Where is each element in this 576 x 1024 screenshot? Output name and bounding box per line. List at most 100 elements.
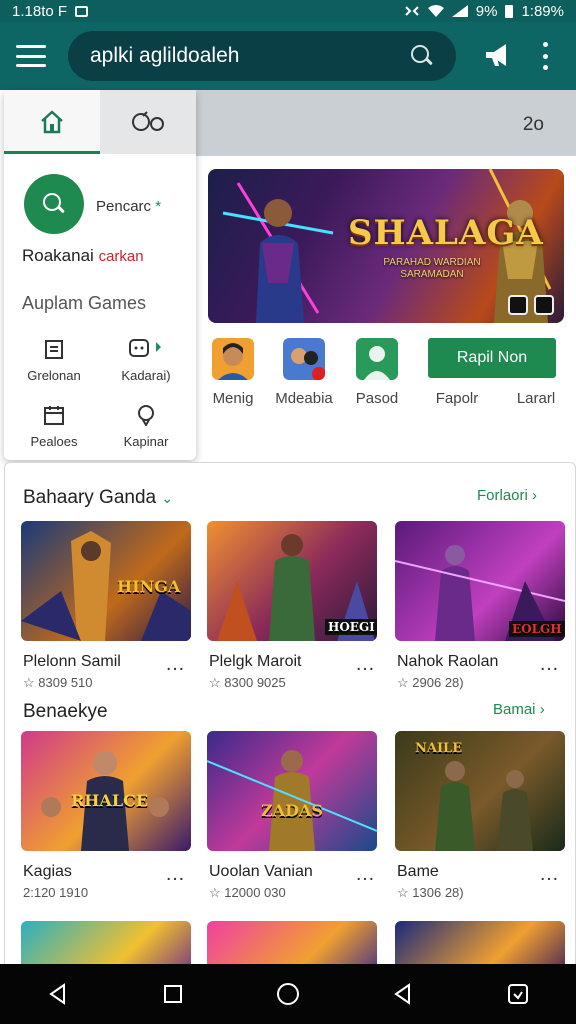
game-title-3[interactable]: Nahok Raolan [397, 653, 498, 671]
chevron-down-icon: ⌄ [161, 490, 174, 506]
quick-app-label-1: Menig [212, 390, 254, 407]
nav-back-button-2[interactable] [383, 974, 423, 1014]
calendar-icon [44, 406, 64, 425]
banner-next-icon[interactable] [534, 295, 554, 315]
quick-app-label-5: Lararl [516, 390, 556, 407]
game-meta-2-text: 8300 9025 [224, 675, 286, 690]
panel-grid-item-1[interactable]: Grelonan [14, 336, 94, 383]
panel-grid-label-4: Kapinar [123, 434, 169, 449]
chat-icon [129, 339, 161, 357]
game-thumb-6[interactable]: NAILE [395, 731, 565, 851]
megaphone-icon[interactable] [484, 42, 512, 68]
banner-prev-icon[interactable] [508, 295, 528, 315]
status-left: 1.18to F [12, 2, 89, 20]
status-time: 1.18to F [12, 2, 68, 20]
chevron-right-icon: › [539, 701, 545, 718]
star-icon: ☆ [209, 675, 221, 690]
game-title-2[interactable]: Plelgk Maroit [209, 653, 301, 671]
game-meta-1: ☆ 8309 510 [23, 675, 93, 691]
game-thumb-6-badge: NAILE [415, 741, 463, 756]
section-2-title[interactable]: Benaekye [23, 701, 108, 723]
assistant-icon [508, 984, 529, 1004]
game-meta-5: ☆ 12000 030 [209, 885, 286, 901]
quick-app-icon-1[interactable] [212, 338, 254, 380]
panel-search-label: Pencarc * [96, 198, 161, 215]
section-1-link[interactable]: Forlaori › [477, 487, 537, 504]
status-clock: 1:89% [521, 2, 564, 20]
back-icon [394, 983, 411, 1005]
app-bar: aplki aglildoaleh [0, 22, 576, 90]
game-meta-3: ☆ 2906 28) [397, 675, 464, 691]
search-icon[interactable] [410, 44, 434, 68]
game-more-icon-2[interactable]: … [355, 653, 376, 676]
game-thumb-1-badge: HINGA [117, 577, 181, 596]
panel-line1-a: Roakanai [22, 246, 94, 265]
nav-recents-button[interactable] [153, 974, 193, 1014]
game-title-6[interactable]: Bame [397, 863, 439, 881]
game-more-icon-6[interactable]: … [539, 863, 560, 886]
wifi-icon [427, 5, 444, 17]
featured-banner[interactable]: SHALAGA PARAHAD WARDIAN SARAMADAN [208, 169, 564, 323]
game-title-1[interactable]: Plelonn Samil [23, 653, 121, 671]
nav-back-button[interactable] [38, 974, 78, 1014]
game-more-icon-4[interactable]: … [165, 863, 186, 886]
star-icon: * [155, 198, 162, 215]
game-thumb-2[interactable]: HOEGI [207, 521, 377, 641]
panel-grid-item-2[interactable]: Kadarai) [106, 336, 186, 383]
home-circle-icon [276, 983, 299, 1005]
game-thumb-4[interactable]: RHALCE [21, 731, 191, 851]
section-1-title[interactable]: Bahaary Ganda ⌄ [23, 487, 173, 509]
strip-count: 2o [522, 114, 544, 135]
game-thumb-3[interactable]: EOLGH [395, 521, 565, 641]
panel-games-link[interactable]: Auplam Games [22, 293, 146, 314]
quick-app-icon-3[interactable] [356, 338, 398, 380]
quick-app-icon-2[interactable] [283, 338, 325, 380]
pin-icon [138, 405, 154, 426]
system-nav-bar [0, 964, 576, 1024]
notification-icon [75, 5, 89, 17]
game-more-icon-3[interactable]: … [539, 653, 560, 676]
nav-home-button[interactable] [268, 974, 308, 1014]
back-icon [48, 983, 65, 1005]
tab-home[interactable] [4, 90, 100, 154]
game-more-icon-5[interactable]: … [355, 863, 376, 886]
section-2-link[interactable]: Bamai › [493, 701, 545, 718]
game-more-icon-1[interactable]: … [165, 653, 186, 676]
status-right: 9% 1:89% [404, 3, 564, 20]
panel-grid-label-1: Grelonan [27, 368, 81, 383]
quick-app-label-3: Pasod [355, 390, 399, 407]
panel-grid-label-3: Pealoes [30, 434, 78, 449]
star-icon: ☆ [23, 675, 35, 690]
primary-action-button[interactable]: Rapil Non [428, 338, 556, 378]
star-icon: ☆ [209, 885, 221, 900]
game-thumb-3-badge: EOLGH [509, 621, 565, 637]
game-meta-6: ☆ 1306 28) [397, 885, 464, 901]
game-meta-1-text: 8309 510 [38, 675, 93, 690]
game-thumb-5-badge: ZADAS [261, 801, 323, 820]
game-thumb-1[interactable]: HINGA [21, 521, 191, 641]
game-title-5[interactable]: Uoolan Vanian [209, 863, 313, 881]
game-meta-3-text: 2906 28) [412, 675, 464, 690]
search-input[interactable]: aplki aglildoaleh [68, 31, 456, 81]
search-fab[interactable] [24, 174, 84, 234]
vibrate-icon [405, 6, 419, 16]
battery-percent: 9% [475, 2, 498, 20]
battery-icon [505, 4, 514, 18]
game-thumb-2-badge: HOEGI [325, 619, 377, 635]
banner-title: SHALAGA [348, 213, 544, 253]
menu-icon[interactable] [16, 45, 46, 67]
game-meta-2: ☆ 8300 9025 [209, 675, 286, 691]
panel-grid-item-4[interactable]: Kapinar [106, 402, 186, 449]
nav-assistant-button[interactable] [498, 974, 538, 1014]
quick-app-label-4: Fapolr [435, 390, 479, 407]
signal-icon [451, 5, 468, 17]
panel-recommendation[interactable]: Roakanai carkan [22, 246, 144, 266]
glasses-icon [132, 111, 164, 131]
game-title-4[interactable]: Kagias [23, 863, 72, 881]
game-meta-5-text: 12000 030 [224, 885, 286, 900]
game-thumb-5[interactable]: ZADAS [207, 731, 377, 851]
panel-search-text: Pencarc [96, 198, 152, 215]
panel-grid-item-3[interactable]: Pealoes [14, 402, 94, 449]
tab-secondary[interactable] [100, 90, 196, 154]
more-options-icon[interactable] [540, 42, 550, 70]
